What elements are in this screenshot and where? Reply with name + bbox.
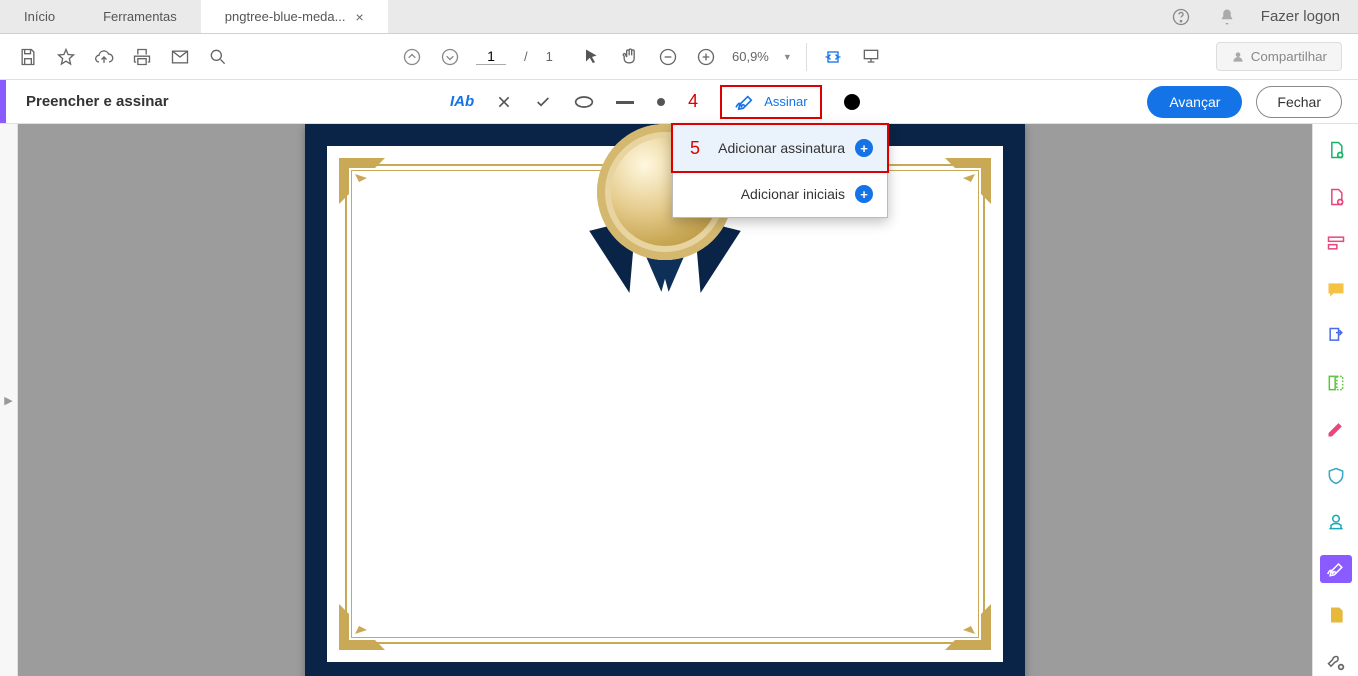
read-mode-icon[interactable] <box>859 45 883 69</box>
document-page <box>305 124 1025 676</box>
organize-pages-icon[interactable] <box>1320 369 1352 398</box>
x-tool-icon[interactable] <box>496 94 512 110</box>
fillbar-title: Preencher e assinar <box>16 93 169 110</box>
main-toolbar: / 1 60,9% ▼ Compartilhar <box>0 34 1358 80</box>
edit-pdf-icon[interactable] <box>1320 229 1352 258</box>
page-separator: / <box>524 49 528 64</box>
zoom-level-label[interactable]: 60,9% <box>732 49 769 64</box>
annotation-5: 5 <box>690 138 700 159</box>
more-tools-icon[interactable] <box>1320 648 1352 676</box>
bell-icon[interactable] <box>1215 5 1239 29</box>
annotation-4-box: Assinar <box>720 85 821 119</box>
login-link[interactable]: Fazer logon <box>1261 8 1340 25</box>
signature-icon <box>734 93 756 111</box>
color-picker-icon[interactable] <box>844 94 860 110</box>
export-pdf-icon[interactable] <box>1320 322 1352 351</box>
mail-icon[interactable] <box>168 45 192 69</box>
add-initials-item[interactable]: Adicionar iniciais + <box>673 171 887 217</box>
right-tools-panel <box>1312 124 1358 676</box>
create-pdf-icon[interactable] <box>1320 136 1352 165</box>
page-current-input[interactable] <box>476 48 506 65</box>
sign-button-label: Assinar <box>764 94 807 109</box>
corner-ornament <box>945 158 991 204</box>
text-tool[interactable]: IAb <box>450 93 474 111</box>
advance-button[interactable]: Avançar <box>1147 86 1242 118</box>
corner-ornament <box>339 604 385 650</box>
line-tool-icon[interactable] <box>616 99 634 105</box>
share-button[interactable]: Compartilhar <box>1216 42 1342 71</box>
save-icon[interactable] <box>16 45 40 69</box>
left-panel-toggle[interactable]: ▶ <box>0 124 18 676</box>
close-tab-icon[interactable]: × <box>355 9 363 25</box>
circle-tool-icon[interactable] <box>574 95 594 109</box>
fill-sign-icon[interactable] <box>1320 555 1352 584</box>
plus-icon: + <box>855 185 873 203</box>
selection-tool-icon[interactable] <box>580 45 604 69</box>
annotation-5-box: Adicionar assinatura + <box>671 123 889 173</box>
advance-button-label: Avançar <box>1169 94 1220 110</box>
sign-button[interactable]: Assinar <box>724 89 817 115</box>
star-icon[interactable] <box>54 45 78 69</box>
fill-sign-toolbar: Preencher e assinar IAb 4 Assinar Avança… <box>0 80 1358 124</box>
zoom-dropdown-icon[interactable]: ▼ <box>783 52 792 62</box>
tab-home-label: Início <box>24 9 55 24</box>
add-initials-label: Adicionar iniciais <box>741 186 845 202</box>
document-viewport[interactable] <box>18 124 1312 676</box>
dot-tool-icon[interactable] <box>656 97 666 107</box>
add-signature-item[interactable]: Adicionar assinatura + <box>673 125 887 171</box>
check-tool-icon[interactable] <box>534 94 552 110</box>
fit-width-icon[interactable] <box>821 45 845 69</box>
tab-tools-label: Ferramentas <box>103 9 177 24</box>
hand-tool-icon[interactable] <box>618 45 642 69</box>
tab-home[interactable]: Início <box>0 0 79 33</box>
corner-ornament <box>945 604 991 650</box>
close-button[interactable]: Fechar <box>1256 86 1342 118</box>
fillbar-accent <box>0 80 6 123</box>
corner-ornament <box>339 158 385 204</box>
tab-document-label: pngtree-blue-meda... <box>225 9 346 24</box>
stamp-icon[interactable] <box>1320 508 1352 537</box>
tab-tools[interactable]: Ferramentas <box>79 0 201 33</box>
sign-dropdown: Adicionar assinatura + Adicionar iniciai… <box>672 124 888 218</box>
send-for-signature-icon[interactable] <box>1320 601 1352 630</box>
person-icon <box>1231 50 1245 64</box>
tab-document[interactable]: pngtree-blue-meda... × <box>201 0 388 33</box>
add-signature-label: Adicionar assinatura <box>718 140 845 156</box>
tab-bar: Início Ferramentas pngtree-blue-meda... … <box>0 0 1358 34</box>
zoom-out-icon[interactable] <box>656 45 680 69</box>
combine-files-icon[interactable] <box>1320 183 1352 212</box>
cloud-upload-icon[interactable] <box>92 45 116 69</box>
chevron-right-icon: ▶ <box>4 394 12 407</box>
protect-icon[interactable] <box>1320 462 1352 491</box>
zoom-in-icon[interactable] <box>694 45 718 69</box>
page-down-icon[interactable] <box>438 45 462 69</box>
search-icon[interactable] <box>206 45 230 69</box>
page-up-icon[interactable] <box>400 45 424 69</box>
share-button-label: Compartilhar <box>1251 49 1327 64</box>
print-icon[interactable] <box>130 45 154 69</box>
redact-icon[interactable] <box>1320 415 1352 444</box>
close-button-label: Fechar <box>1277 94 1321 110</box>
comment-icon[interactable] <box>1320 276 1352 305</box>
page-total-label: 1 <box>546 49 553 64</box>
help-icon[interactable] <box>1169 5 1193 29</box>
annotation-4: 4 <box>688 91 698 112</box>
plus-icon: + <box>855 139 873 157</box>
